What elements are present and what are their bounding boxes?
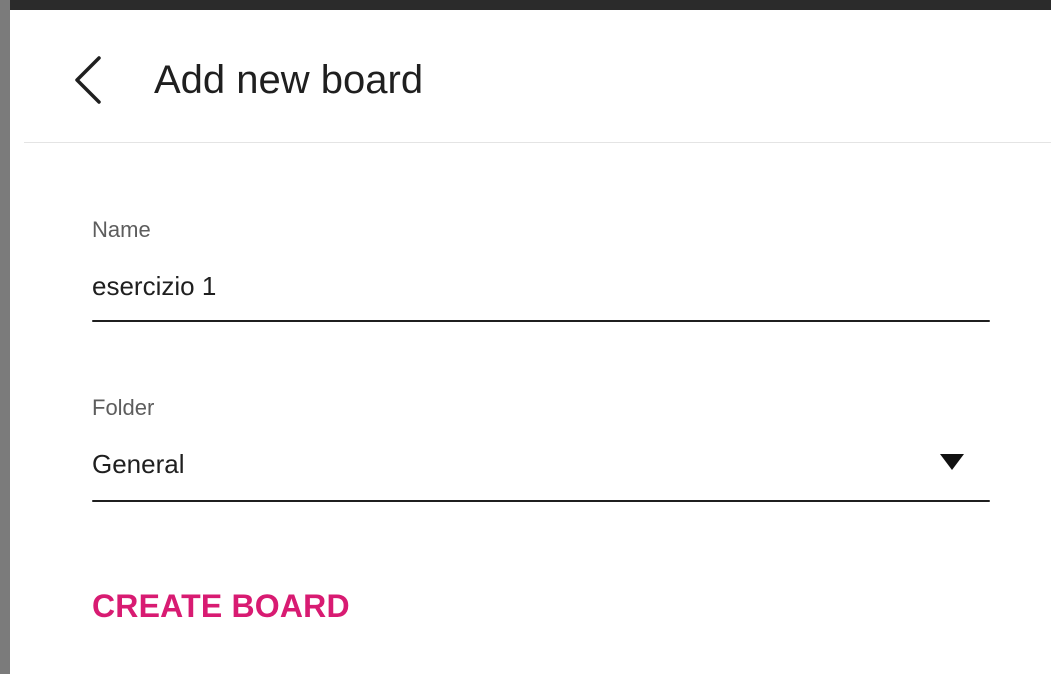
content-gutter bbox=[10, 10, 24, 674]
folder-select[interactable] bbox=[92, 440, 990, 502]
chevron-left-icon bbox=[75, 56, 101, 104]
name-input-underline bbox=[92, 320, 990, 322]
folder-select-underline bbox=[92, 500, 990, 502]
create-board-button[interactable]: CREATE BOARD bbox=[92, 586, 350, 626]
name-input-value[interactable]: esercizio 1 bbox=[92, 270, 216, 302]
window-top-border bbox=[0, 0, 1051, 10]
window-left-border bbox=[0, 0, 10, 674]
folder-field-label: Folder bbox=[92, 395, 155, 420]
page-title: Add new board bbox=[154, 58, 424, 102]
add-board-dialog: Add new board Name esercizio 1 Folder Ge… bbox=[0, 0, 1051, 674]
folder-select-value[interactable]: General bbox=[92, 448, 185, 480]
back-button[interactable] bbox=[68, 52, 108, 108]
triangle-down-icon[interactable] bbox=[938, 452, 966, 472]
header-bar: Add new board bbox=[24, 10, 1051, 143]
name-field-label: Name bbox=[92, 217, 151, 242]
name-input[interactable] bbox=[92, 262, 990, 322]
